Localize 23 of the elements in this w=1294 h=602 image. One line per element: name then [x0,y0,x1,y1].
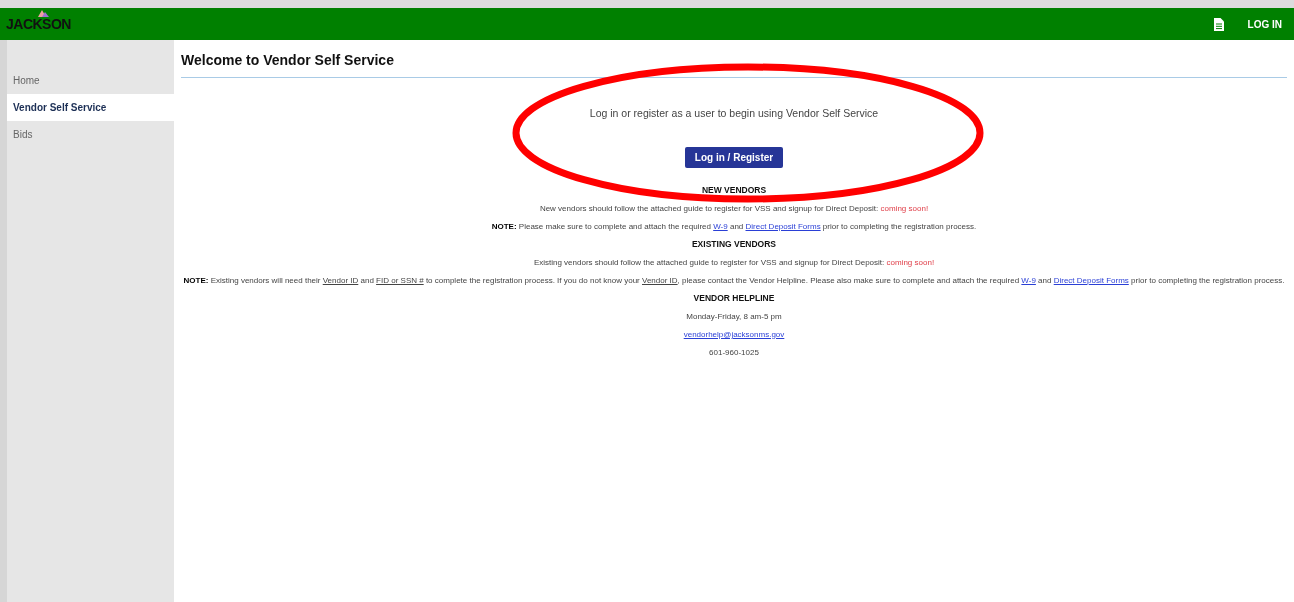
link[interactable]: Direct Deposit Forms [1053,275,1129,285]
sidebar-item[interactable]: Home [7,67,174,94]
sidebar-item[interactable]: Vendor Self Service [7,94,174,121]
page-title: Welcome to Vendor Self Service [181,51,395,70]
section-heading: EXISTING VENDORS [691,238,777,250]
paragraph: New vendors should follow the attached guide to register for VSS and signup for Direct Deposit: coming soon! [539,202,929,214]
paragraph: NOTE: Existing vendors will need their Vendor ID and FID or SSN # to complete the registration process. If you do not know your Vendor ID, please contact the Vendor Helpline. Please also make sure to complete and attach the required W-9 and Direct Deposit Forms prior to completing the registration process. [183,274,1285,286]
section-heading: NEW VENDORS [701,184,767,196]
paragraph: Monday-Friday, 8 am-5 pm [686,310,782,322]
document-icon[interactable] [1213,17,1224,31]
section-heading: VENDOR HELPLINE [693,292,775,304]
paragraph: NOTE: Please make sure to complete and attach the required W-9 and Direct Deposit Forms prior to completing the registration process. [491,220,977,232]
link[interactable]: vendorhelp@jacksonms.gov [683,329,785,339]
link[interactable]: W-9 [713,221,728,231]
sidebar-item[interactable]: Bids [7,121,174,148]
paragraph: Existing vendors should follow the attached guide to register for VSS and signup for Direct Deposit: coming soon! [533,256,935,268]
login-register-button[interactable]: Log in / Register [684,146,784,168]
login-link[interactable]: LOG IN [1247,16,1282,32]
logo: JACKSON [6,17,71,31]
intro-text: Log in or register as a user to begin using Vendor Self Service [589,106,879,121]
link[interactable]: W-9 [1021,275,1036,285]
link[interactable]: Direct Deposit Forms [745,221,821,231]
paragraph: 601-960-1025 [709,346,759,358]
